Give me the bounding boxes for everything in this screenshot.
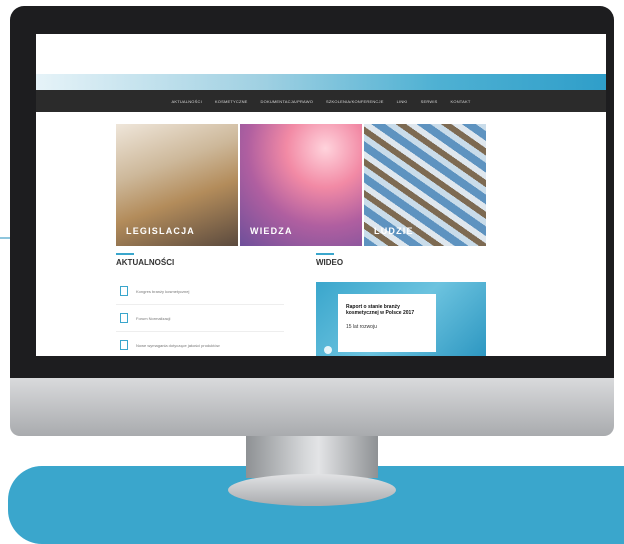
document-icon: [120, 340, 128, 350]
monitor-stand-neck: [246, 436, 378, 478]
monitor-stand-foot: [228, 474, 396, 506]
main-navigation: AKTUALNOŚCI KOSMETYCZNE DOKUMENTACJA/PRA…: [36, 90, 606, 112]
news-item-text: Forum Normalizacji: [136, 315, 171, 321]
play-icon[interactable]: [324, 346, 332, 354]
website-screen: AKTUALNOŚCI KOSMETYCZNE DOKUMENTACJA/PRA…: [36, 34, 606, 356]
video-card-subtitle: 15 lat rozwoju: [346, 324, 377, 330]
video-card-title: Raport o stanie branży kosmetycznej w Po…: [346, 304, 415, 316]
tile-label: LEGISLACJA: [126, 226, 196, 236]
nav-item-kontakt[interactable]: KONTAKT: [451, 99, 471, 104]
nav-item-dokumentacja[interactable]: DOKUMENTACJA/PRAWO: [261, 99, 314, 104]
news-list: Kongres branży kosmetycznej Forum Normal…: [116, 278, 284, 356]
nav-item-linki[interactable]: LINKI: [397, 99, 408, 104]
video-card: Raport o stanie branży kosmetycznej w Po…: [338, 294, 436, 352]
site-header: [36, 34, 606, 74]
nav-item-szkolenia[interactable]: SZKOLENIA/KONFERENCJE: [326, 99, 384, 104]
document-icon: [120, 313, 128, 323]
nav-item-serwis[interactable]: SERWIS: [421, 99, 438, 104]
nav-item-kosmetyczne[interactable]: KOSMETYCZNE: [215, 99, 248, 104]
video-section-title: WIDEO: [316, 253, 344, 267]
tile-label: WIEDZA: [250, 226, 293, 236]
tile-legislacja[interactable]: LEGISLACJA: [116, 124, 238, 246]
monitor-chin: [10, 378, 614, 436]
document-icon: [120, 286, 128, 296]
news-item[interactable]: Kongres branży kosmetycznej: [116, 278, 284, 305]
tile-wiedza[interactable]: WIEDZA: [240, 124, 362, 246]
tile-label: LUDZIE: [374, 226, 414, 236]
news-item-text: Nowe wymagania dotyczące jakości produkt…: [136, 342, 220, 348]
header-banner: [36, 74, 606, 90]
news-item[interactable]: Forum Normalizacji: [116, 305, 284, 332]
tile-ludzie[interactable]: LUDZIE: [364, 124, 486, 246]
nav-item-aktualnosci[interactable]: AKTUALNOŚCI: [171, 99, 201, 104]
news-section-title: AKTUALNOŚCI: [116, 253, 175, 267]
video-thumbnail[interactable]: Raport o stanie branży kosmetycznej w Po…: [316, 282, 486, 356]
news-item[interactable]: Nowe wymagania dotyczące jakości produkt…: [116, 332, 284, 356]
news-item-text: Kongres branży kosmetycznej: [136, 288, 190, 294]
